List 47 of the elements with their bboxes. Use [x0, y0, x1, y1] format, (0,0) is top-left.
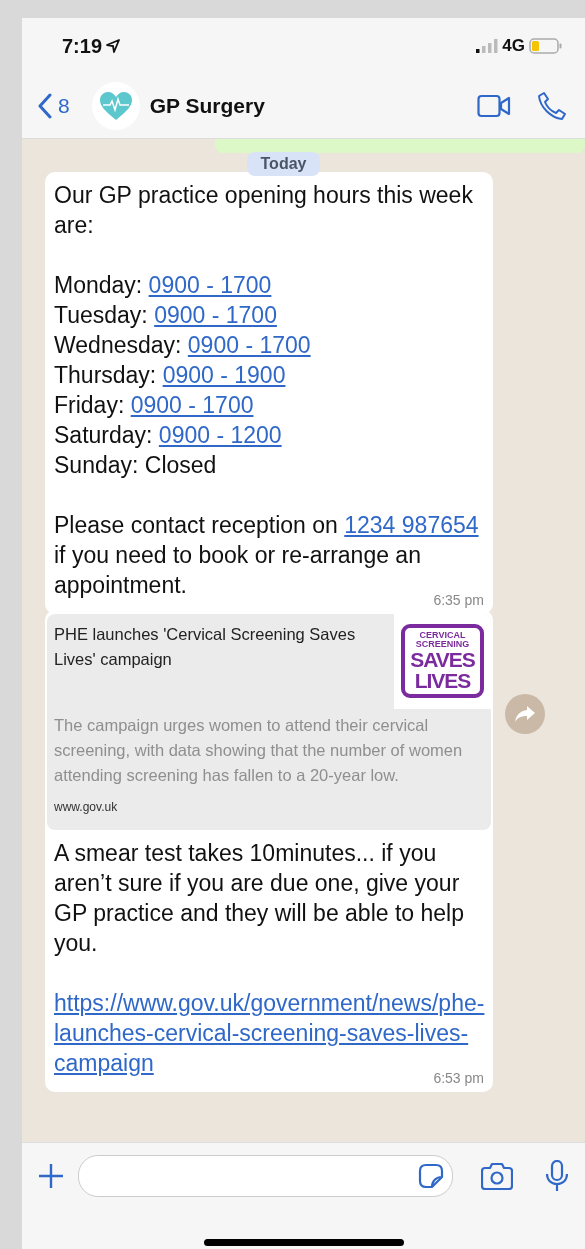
camera-button[interactable]: [481, 1162, 513, 1191]
add-button[interactable]: [38, 1163, 64, 1190]
time-link[interactable]: 0900 - 1700: [130, 391, 254, 418]
chevron-left-icon: [38, 93, 52, 120]
phone-call-button[interactable]: [537, 91, 567, 122]
microphone-button[interactable]: [545, 1160, 569, 1193]
date-chip: Today: [246, 151, 321, 176]
battery-icon: [529, 38, 563, 55]
preview-domain: www.gov.uk: [54, 798, 119, 816]
status-time: 7:19: [62, 34, 103, 58]
time-link[interactable]: 0900 - 1700: [148, 271, 272, 298]
chat-title: GP Surgery: [149, 94, 266, 119]
phone-icon: [537, 91, 567, 122]
video-call-button[interactable]: [477, 94, 511, 119]
phone-link[interactable]: 1234 987654: [344, 511, 479, 538]
day-label: Thursday:: [54, 361, 157, 388]
message-text: A smear test takes 10minutes... if you aren’t sure if you are due one, give your GP practice and they will be able to help you.: [54, 838, 465, 958]
network-label: 4G: [502, 36, 525, 57]
back-button[interactable]: 8: [38, 93, 70, 120]
day-label: Tuesday:: [54, 301, 148, 328]
day-label: Friday:: [54, 391, 125, 418]
message-text: Our GP practice opening hours this week are:: [54, 180, 474, 240]
sticker-icon: [418, 1163, 444, 1190]
closed-text: Closed: [144, 451, 217, 478]
forward-icon: [514, 704, 536, 723]
microphone-icon: [545, 1160, 569, 1193]
plus-icon: [38, 1163, 64, 1190]
preview-title: PHE launches 'Cervical Screening Saves Lives' campaign: [54, 623, 357, 670]
camera-icon: [481, 1162, 513, 1191]
message-time: 6:53 pm: [432, 1069, 484, 1086]
campaign-logo: CERVICAL SCREENING SAVES LIVES: [401, 624, 484, 699]
heart-pulse-icon: [98, 91, 133, 122]
day-label: Sunday:: [54, 451, 139, 478]
signal-icon: [476, 39, 499, 54]
preview-description: The campaign urges women to attend their cervical screening, with data showing that the number of women attending screening has fallen to a 20-year low.: [54, 714, 464, 786]
link-preview-card[interactable]: [47, 613, 491, 830]
time-link[interactable]: 0900 - 1700: [154, 301, 277, 328]
time-link[interactable]: 0900 - 1200: [158, 421, 282, 448]
message-time: 6:35 pm: [432, 591, 484, 608]
time-link[interactable]: 0900 - 1700: [187, 331, 311, 358]
message-input-field[interactable]: [78, 1155, 453, 1198]
day-label: Wednesday:: [54, 331, 182, 358]
day-label: Monday:: [54, 271, 143, 298]
location-arrow-icon: [106, 39, 121, 54]
time-link[interactable]: 0900 - 1900: [162, 361, 286, 388]
video-camera-icon: [477, 94, 511, 119]
day-label: Saturday:: [54, 421, 153, 448]
